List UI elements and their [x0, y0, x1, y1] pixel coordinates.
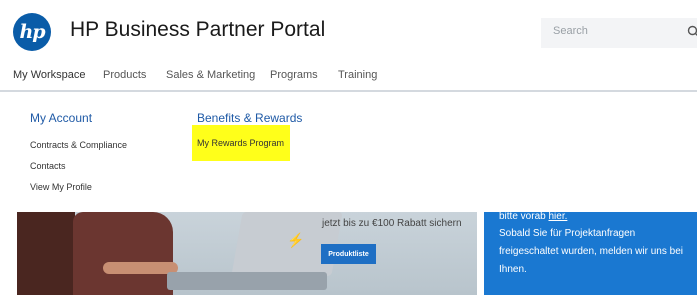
hp-logo[interactable]: hp [13, 13, 51, 51]
info-box: bitte vorab hier. Sobald Sie für Projekt… [484, 209, 697, 295]
search-box [541, 18, 697, 48]
link-contracts-compliance[interactable]: Contracts & Compliance [30, 140, 127, 150]
app-title: HP Business Partner Portal [70, 18, 326, 41]
nav-training[interactable]: Training [338, 69, 377, 81]
search-icon[interactable] [687, 25, 697, 39]
produktliste-button[interactable]: Produktliste [321, 244, 376, 264]
info-line-3: freigeschaltet wurden, melden wir uns be… [499, 246, 683, 257]
info-link-hier[interactable]: hier. [548, 211, 567, 222]
laptop-base [167, 272, 327, 290]
workspace-dropdown: My Account Contracts & Compliance Contac… [0, 90, 697, 214]
nav-products[interactable]: Products [103, 69, 146, 81]
person-shape [73, 212, 173, 295]
nav-programs[interactable]: Programs [270, 69, 318, 81]
info-line-1-text: bitte vorab [499, 211, 546, 222]
nav-my-workspace[interactable]: My Workspace [13, 69, 86, 81]
hair-shape [17, 212, 75, 295]
nav-sales-marketing[interactable]: Sales & Marketing [166, 69, 255, 81]
link-view-my-profile[interactable]: View My Profile [30, 182, 92, 192]
link-my-rewards-program[interactable]: My Rewards Program [197, 138, 284, 148]
benefits-rewards-heading[interactable]: Benefits & Rewards [197, 111, 302, 125]
search-input[interactable] [553, 25, 663, 37]
info-line-1: bitte vorab hier. [499, 209, 567, 224]
main-nav: My Workspace Products Sales & Marketing … [0, 62, 697, 90]
link-contacts[interactable]: Contacts [30, 161, 66, 171]
info-line-2: Sobald Sie für Projektanfragen [499, 228, 636, 239]
lightning-icon: ⚡ [287, 232, 305, 248]
logo-text: hp [19, 21, 45, 43]
info-line-4: Ihnen. [499, 264, 527, 275]
promo-text: jetzt bis zu €100 Rabatt sichern [322, 218, 462, 229]
header: hp HP Business Partner Portal [0, 0, 697, 62]
my-account-heading[interactable]: My Account [30, 111, 92, 125]
